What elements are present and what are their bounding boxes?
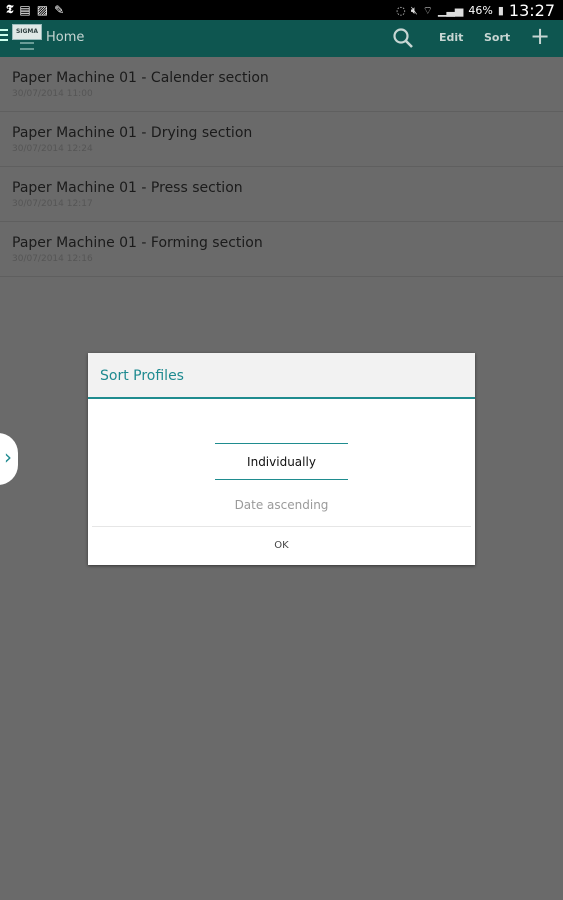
system-status: ◌ 🔇︎ ⌔ ▁▃▅ 46% ▮ 13:27 xyxy=(396,1,555,20)
profile-list: Paper Machine 01 - Calender section 30/0… xyxy=(0,57,563,277)
dialog-header: Sort Profiles xyxy=(88,353,475,399)
list-item[interactable]: Paper Machine 01 - Press section 30/07/2… xyxy=(0,167,563,222)
document-icon: ▤ xyxy=(19,2,31,17)
picker-next-option[interactable]: Date ascending xyxy=(88,498,475,512)
battery-percent: 46% xyxy=(468,4,493,17)
notification-icons: 𝕿 ▤ ▨ ✎ xyxy=(6,2,64,17)
page-title: Home xyxy=(46,30,85,45)
sort-dialog: Sort Profiles Individually Date ascendin… xyxy=(88,353,475,565)
equals-icon xyxy=(20,42,34,50)
picker-selected-option[interactable]: Individually xyxy=(88,455,475,469)
profile-date: 30/07/2014 12:17 xyxy=(12,199,93,209)
drawer-handle[interactable]: › xyxy=(0,433,18,485)
search-icon[interactable] xyxy=(392,27,414,49)
pencil-icon: ✎ xyxy=(54,2,65,17)
profile-date: 30/07/2014 12:16 xyxy=(12,254,93,264)
status-bar: 𝕿 ▤ ▨ ✎ ◌ 🔇︎ ⌔ ▁▃▅ 46% ▮ 13:27 xyxy=(0,0,563,20)
app-logo[interactable]: SIGMA xyxy=(12,24,42,40)
add-button[interactable]: + xyxy=(530,23,550,49)
sort-button[interactable]: Sort xyxy=(484,31,510,44)
profile-title: Paper Machine 01 - Drying section xyxy=(12,125,253,141)
wifi-icon: ⌔ xyxy=(422,3,433,17)
mute-icon: 🔇︎ xyxy=(410,3,418,17)
nyt-icon: 𝕿 xyxy=(6,2,14,16)
nfc-icon: ◌ xyxy=(396,4,406,17)
drawer-menu-icon[interactable] xyxy=(0,29,8,41)
picker-divider-top xyxy=(215,443,348,444)
chevron-right-icon: › xyxy=(4,445,12,469)
image-icon: ▨ xyxy=(36,2,49,17)
dialog-title: Sort Profiles xyxy=(100,368,184,384)
profile-date: 30/07/2014 12:24 xyxy=(12,144,93,154)
edit-button[interactable]: Edit xyxy=(439,31,463,44)
picker-divider-bottom xyxy=(215,479,348,480)
list-item[interactable]: Paper Machine 01 - Calender section 30/0… xyxy=(0,57,563,112)
clock: 13:27 xyxy=(508,1,555,20)
list-item[interactable]: Paper Machine 01 - Forming section 30/07… xyxy=(0,222,563,277)
signal-icon: ▁▃▅ xyxy=(437,4,464,17)
profile-title: Paper Machine 01 - Forming section xyxy=(12,235,263,251)
profile-date: 30/07/2014 11:00 xyxy=(12,89,93,99)
battery-icon: ▮ xyxy=(497,4,504,17)
profile-title: Paper Machine 01 - Calender section xyxy=(12,70,269,86)
profile-title: Paper Machine 01 - Press section xyxy=(12,180,243,196)
action-bar: SIGMA Home Edit Sort + xyxy=(0,20,563,57)
ok-button[interactable]: OK xyxy=(88,527,475,565)
list-item[interactable]: Paper Machine 01 - Drying section 30/07/… xyxy=(0,112,563,167)
